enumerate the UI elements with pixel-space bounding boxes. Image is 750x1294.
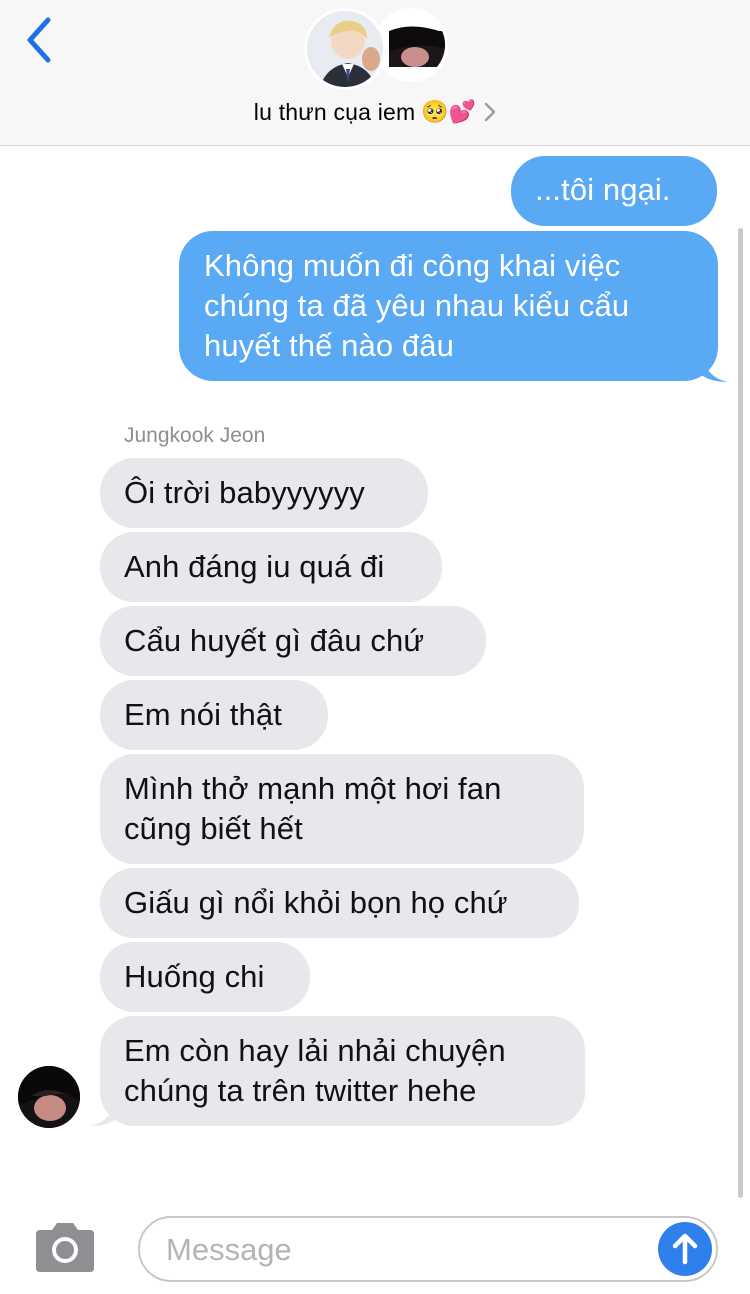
received-message[interactable]: Ôi trời babyyyyyy [100,458,428,528]
received-message[interactable]: Em nói thật [100,680,328,750]
camera-button[interactable] [32,1220,98,1276]
received-message[interactable]: Mình thở mạnh một hơi fan cũng biết hết [100,754,584,864]
contact-emoji: 🥺💕 [421,99,477,125]
send-arrow-icon [672,1233,698,1265]
contact-details-link[interactable]: lu thưn cụa iem 🥺💕 [0,92,750,132]
received-message[interactable]: Cẩu huyết gì đâu chứ [100,606,486,676]
received-message[interactable]: Giấu gì nổi khỏi bọn họ chứ [100,868,579,938]
contact-name: lu thưn cụa iem [253,98,416,125]
send-button[interactable] [658,1222,712,1276]
conversation-header: lu thưn cụa iem 🥺💕 [0,0,750,146]
received-bubble-tail [90,1096,118,1126]
chevron-right-icon [484,102,496,122]
sent-bubble-tail [700,352,728,382]
back-button[interactable] [18,12,62,68]
message-input-container[interactable] [138,1216,718,1282]
received-message[interactable]: Huống chi [100,942,310,1012]
sent-message[interactable]: ...tôi ngại. [511,156,717,226]
received-message[interactable]: Em còn hay lải nhải chuyện chúng ta trên… [100,1016,585,1126]
sender-name: Jungkook Jeon [124,424,266,447]
contact-avatar-1 [304,8,386,90]
message-input[interactable] [166,1228,646,1272]
group-avatars[interactable] [304,6,454,90]
received-message[interactable]: Anh đáng iu quá đi [100,532,442,602]
scrollbar[interactable] [738,228,743,1198]
sent-message[interactable]: Không muốn đi công khai việc chúng ta đã… [179,231,718,381]
back-chevron-icon [27,17,51,63]
camera-icon [36,1223,94,1272]
sender-avatar[interactable] [18,1066,80,1128]
